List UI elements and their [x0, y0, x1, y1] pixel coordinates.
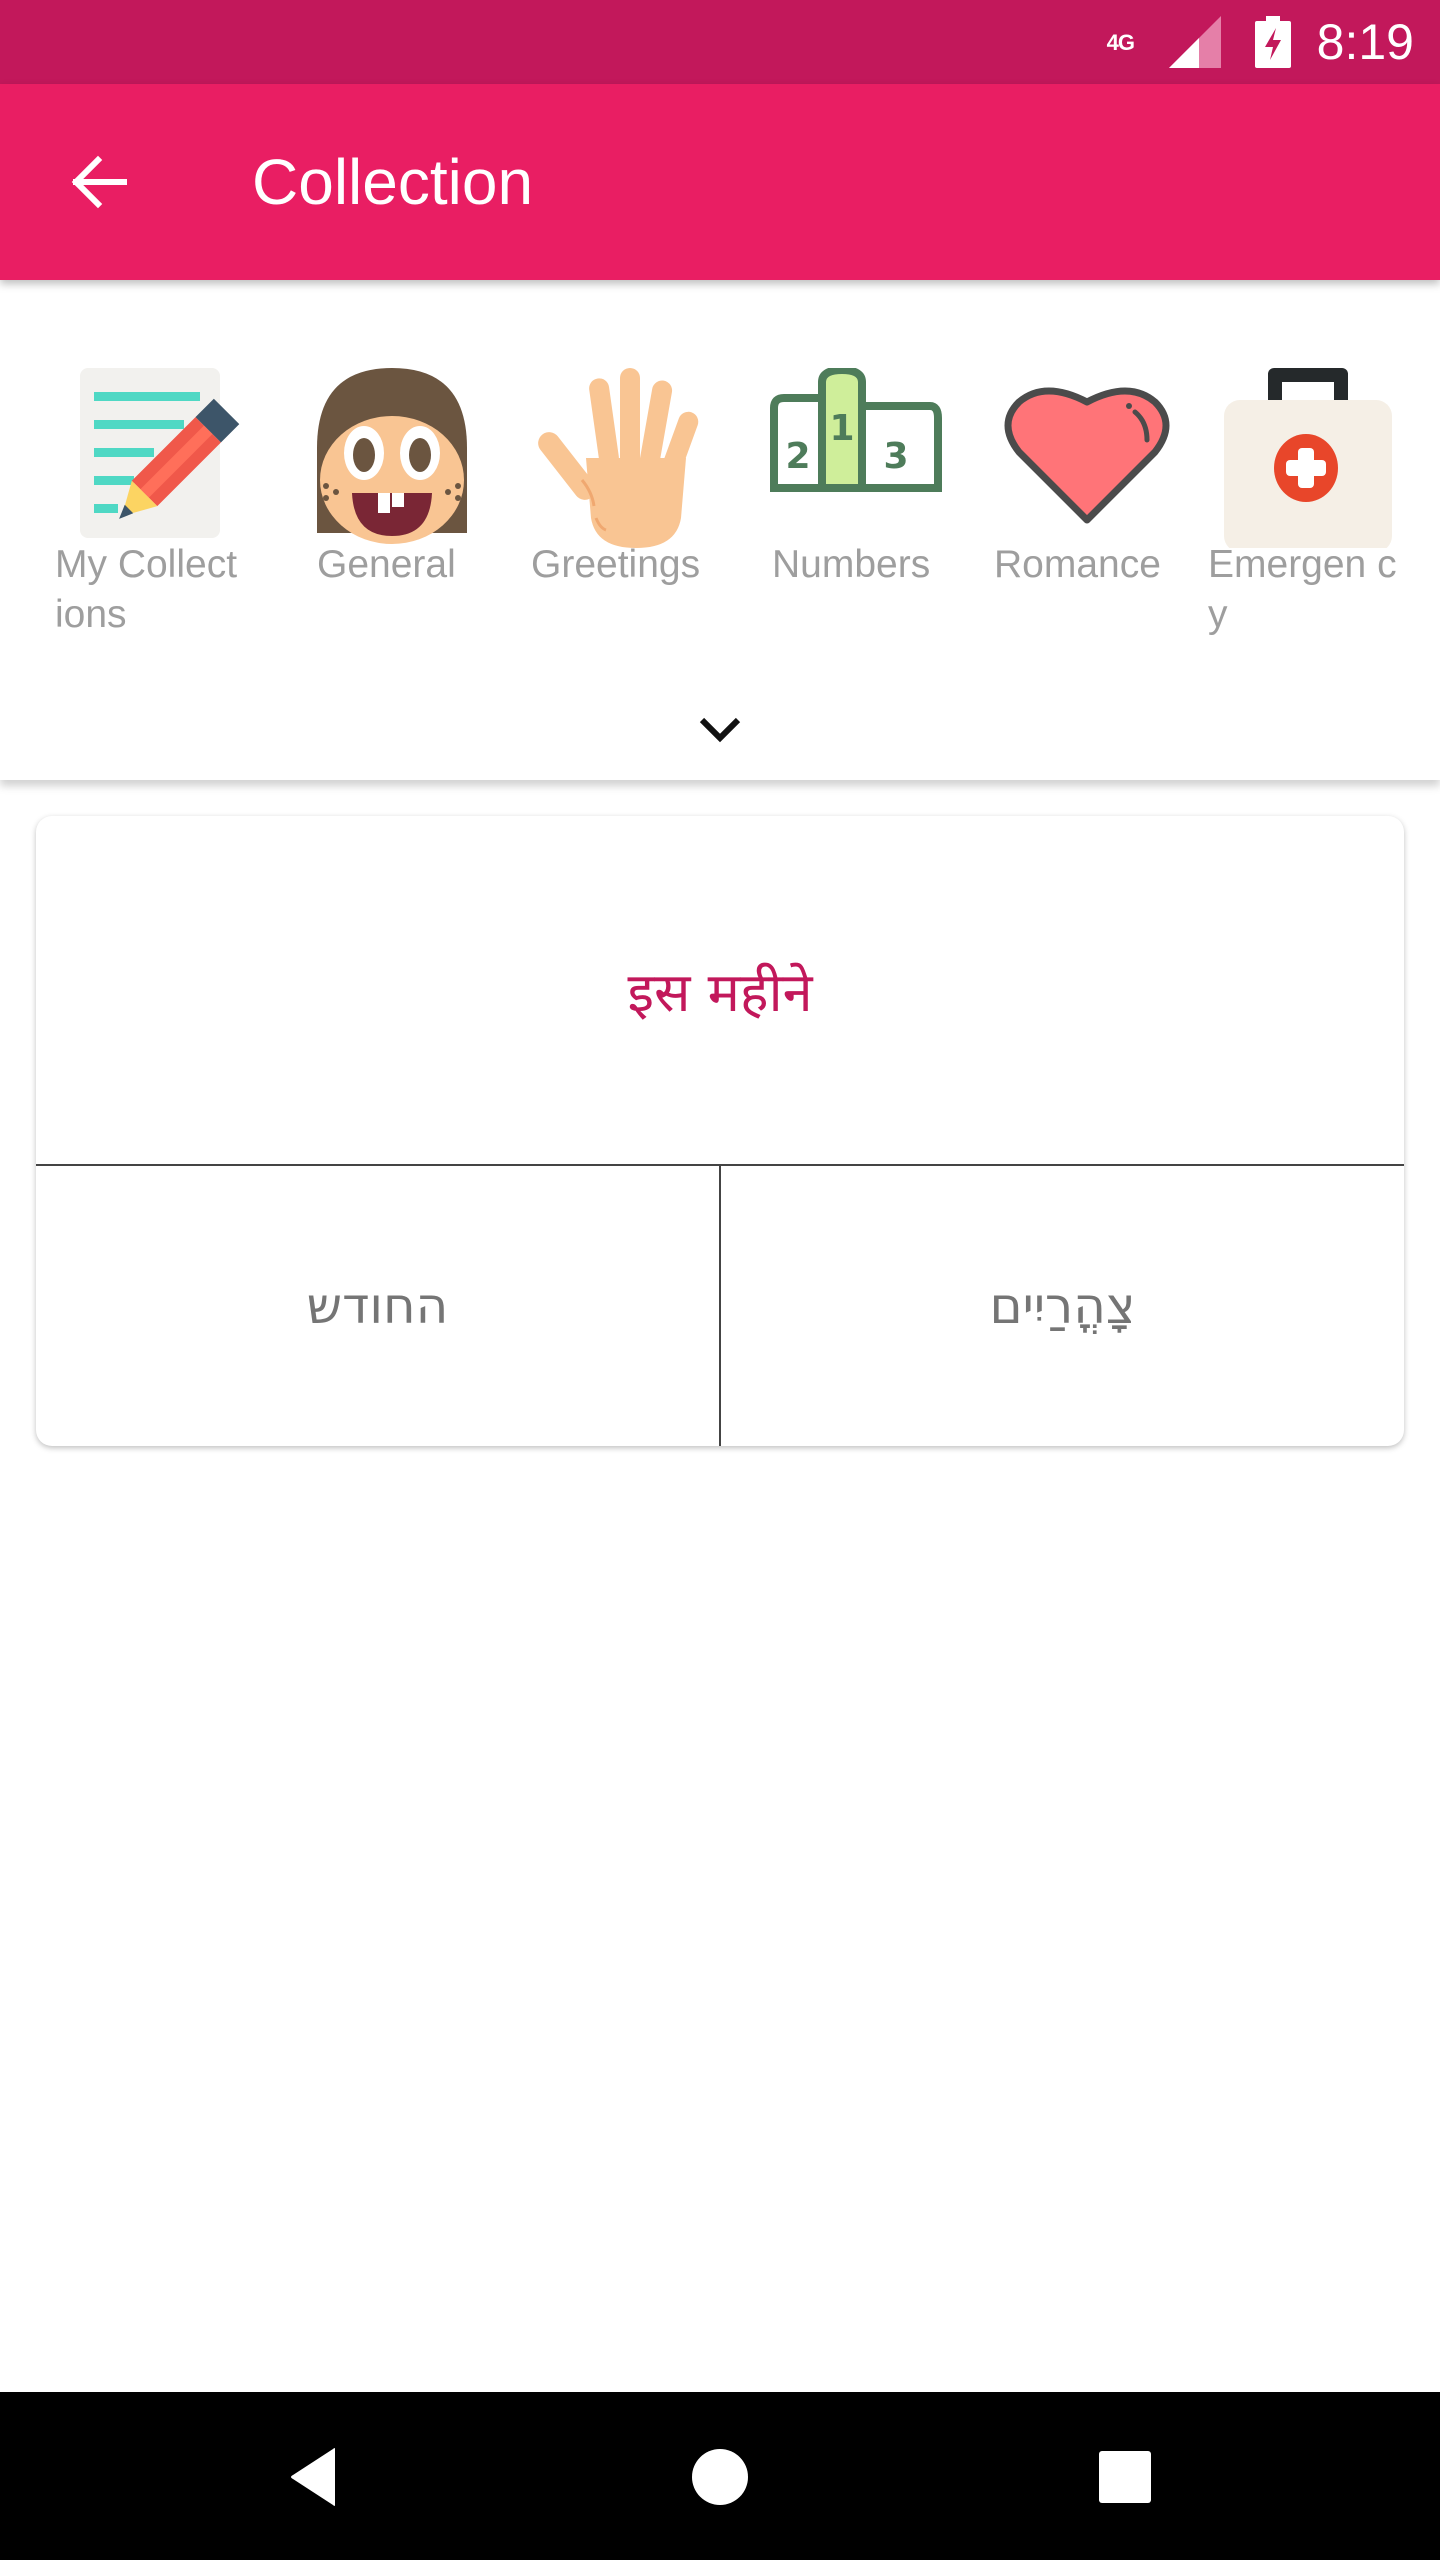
app-bar: Collection — [0, 84, 1440, 280]
back-button[interactable] — [60, 144, 136, 220]
battery-charging-icon — [1254, 16, 1291, 68]
category-label: My Collect ions — [55, 543, 238, 636]
category-list: My Collect ions General Greetings 2 1 3 … — [0, 280, 1440, 680]
podium-icon: 2 1 3 — [770, 368, 942, 492]
chevron-down-icon — [699, 717, 741, 743]
expand-categories-button[interactable] — [680, 700, 760, 760]
nav-recents-button[interactable] — [1080, 2432, 1170, 2522]
recents-square-icon — [1099, 2451, 1151, 2503]
category-my-collections[interactable]: My Collect ions — [50, 280, 270, 680]
category-label: Greetings — [531, 543, 701, 586]
home-circle-icon — [692, 2449, 748, 2505]
status-icons: 4G 8:19 — [1107, 0, 1414, 84]
category-romance[interactable]: Romance — [982, 280, 1202, 680]
category-label: Numbers — [772, 543, 931, 586]
face-icon — [317, 368, 467, 544]
answer-options: החודש צָהֳרַיִים — [36, 1166, 1404, 1446]
page-title: Collection — [252, 146, 534, 218]
category-greetings[interactable]: Greetings — [516, 280, 736, 680]
category-label: Emergen cy — [1208, 543, 1397, 636]
cell-signal-icon: 4G — [1107, 16, 1221, 68]
svg-text:1: 1 — [829, 408, 854, 449]
svg-text:3: 3 — [883, 436, 908, 477]
category-label: General — [317, 543, 456, 586]
clock: 8:19 — [1316, 14, 1414, 70]
svg-text:2: 2 — [785, 436, 810, 477]
category-general[interactable]: General — [282, 280, 502, 680]
question-text: इस महीने — [36, 816, 1404, 1166]
category-label: Romance — [994, 543, 1161, 586]
network-type-label: 4G — [1106, 30, 1135, 55]
back-triangle-icon — [291, 2448, 335, 2506]
notepad-pencil-icon — [80, 368, 240, 538]
answer-option[interactable]: צָהֳרַיִים — [719, 1166, 1404, 1446]
category-emergency[interactable]: Emergen cy — [1204, 280, 1424, 680]
quiz-card: इस महीने החודש צָהֳרַיִים — [36, 816, 1404, 1446]
system-nav-bar — [0, 2392, 1440, 2560]
category-numbers[interactable]: 2 1 3 Numbers — [752, 280, 972, 680]
answer-option[interactable]: החודש — [36, 1166, 719, 1446]
status-bar: 4G 8:19 — [0, 0, 1440, 84]
nav-home-button[interactable] — [675, 2432, 765, 2522]
hand-wave-icon — [538, 368, 699, 548]
arrow-left-icon — [71, 155, 127, 209]
first-aid-kit-icon — [1224, 368, 1392, 548]
category-panel: My Collect ions General Greetings 2 1 3 … — [0, 280, 1440, 780]
heart-icon — [1004, 387, 1170, 524]
nav-back-button[interactable] — [270, 2432, 360, 2522]
